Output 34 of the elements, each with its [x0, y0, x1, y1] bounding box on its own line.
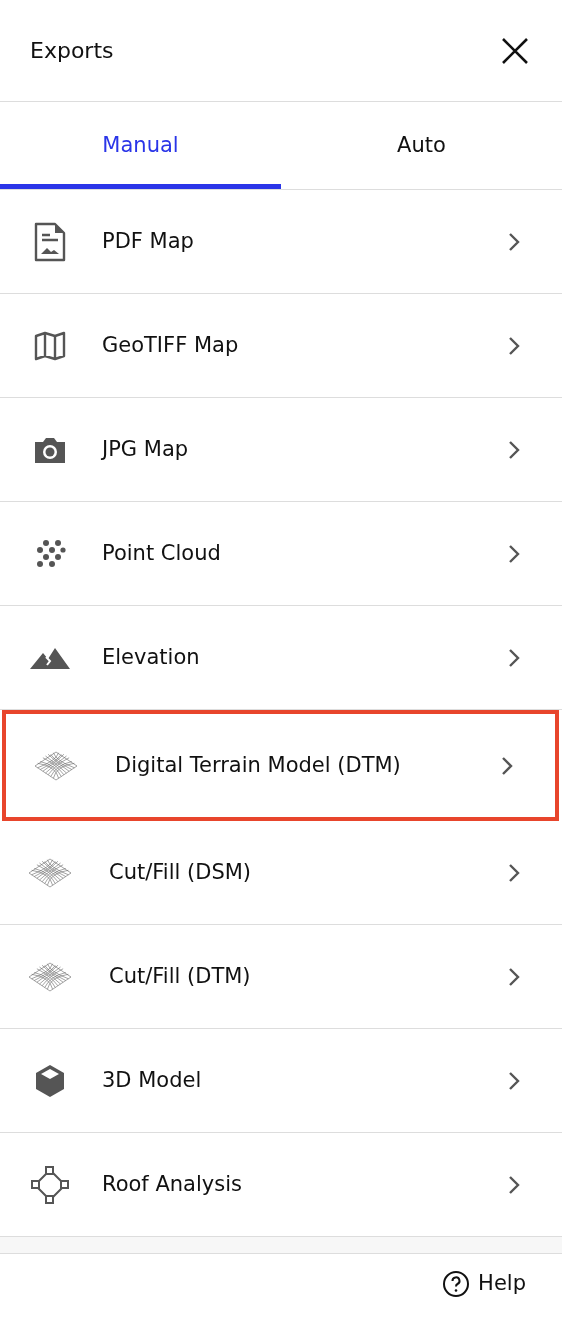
map-icon [33, 330, 67, 361]
tab[interactable]: Auto [281, 102, 562, 189]
item-label: PDF Map [102, 227, 195, 255]
item-label: GeoTIFF Map [102, 331, 240, 359]
list-item[interactable]: Digital Terrain Model (DTM) [2, 710, 559, 821]
tab[interactable]: Manual [0, 102, 281, 189]
chevron-icon [508, 231, 520, 252]
chevron-icon [501, 755, 513, 776]
file-icon [33, 221, 67, 262]
chevron-icon [508, 1070, 520, 1091]
mesh-icon [28, 857, 72, 888]
item-label: Cut/Fill (DTM) [109, 962, 252, 990]
help-icon [442, 1270, 471, 1298]
mesh-icon [34, 750, 78, 781]
chevron-icon [508, 439, 520, 460]
item-label: Elevation [102, 643, 201, 671]
chevron-icon [508, 335, 520, 356]
item-label: 3D Model [102, 1066, 203, 1094]
cube-icon [34, 1063, 66, 1098]
chevron-icon [508, 966, 520, 987]
chevron-icon [508, 543, 520, 564]
dots-icon [34, 538, 66, 569]
help-button[interactable]: Help [436, 1267, 532, 1301]
item-label: Cut/Fill (DSM) [109, 858, 253, 886]
chevron-icon [508, 862, 520, 883]
panel-title: Exports [30, 37, 114, 65]
chevron-icon [508, 647, 520, 668]
mesh-icon [28, 961, 72, 992]
item-label: JPG Map [102, 435, 190, 463]
diamond-icon [31, 1165, 69, 1204]
item-label: Roof Analysis [102, 1170, 243, 1198]
item-label: Digital Terrain Model (DTM) [115, 751, 402, 779]
item-label: Point Cloud [102, 539, 222, 567]
chevron-icon [508, 1174, 520, 1195]
